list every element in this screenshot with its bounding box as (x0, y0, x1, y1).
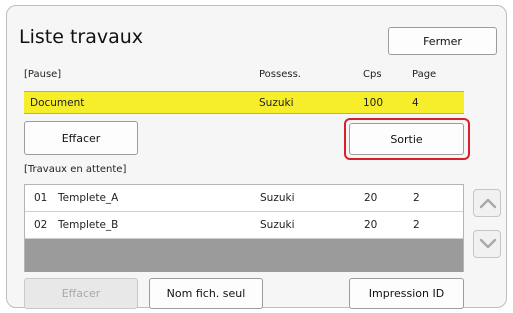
paused-delete-button[interactable]: Effacer (24, 121, 138, 155)
job-name: Templete_B (58, 219, 119, 231)
print-id-button[interactable]: Impression ID (349, 278, 464, 309)
column-page-header: Page (412, 69, 437, 80)
job-name: Templete_A (58, 192, 119, 204)
scroll-down-button[interactable] (473, 230, 501, 258)
paused-section-label: [Pause] (24, 69, 62, 80)
scroll-up-button[interactable] (473, 189, 501, 217)
column-owner-header: Possess. (259, 69, 301, 80)
chevron-down-icon (479, 238, 497, 249)
paused-job-copies: 100 (363, 97, 384, 109)
paused-job-page: 4 (412, 97, 419, 109)
job-copies: 20 (364, 192, 378, 204)
paused-job-name: Document (30, 97, 85, 109)
waiting-section-label: [Travaux en attente] (24, 164, 127, 175)
waiting-delete-button[interactable]: Effacer (24, 278, 138, 309)
paused-job-owner: Suzuki (259, 97, 294, 109)
job-page: 2 (413, 192, 420, 204)
chevron-up-icon (479, 198, 497, 209)
output-highlight (344, 118, 470, 160)
column-copies-header: Cps (363, 69, 382, 80)
job-owner: Suzuki (260, 192, 295, 204)
paused-job-row[interactable]: Document Suzuki 100 4 (24, 91, 464, 114)
dialog-title: Liste travaux (19, 26, 144, 48)
table-row[interactable]: 01 Templete_A Suzuki 20 2 (25, 185, 463, 212)
close-button[interactable]: Fermer (388, 27, 497, 55)
waiting-jobs-list: 01 Templete_A Suzuki 20 2 02 Templete_B … (24, 184, 464, 272)
job-number: 02 (34, 219, 48, 231)
job-copies: 20 (364, 219, 378, 231)
job-number: 01 (34, 192, 48, 204)
job-page: 2 (413, 219, 420, 231)
job-owner: Suzuki (260, 219, 295, 231)
table-row[interactable]: 02 Templete_B Suzuki 20 2 (25, 212, 463, 239)
filename-only-button[interactable]: Nom fich. seul (149, 278, 263, 309)
empty-row (25, 239, 463, 272)
